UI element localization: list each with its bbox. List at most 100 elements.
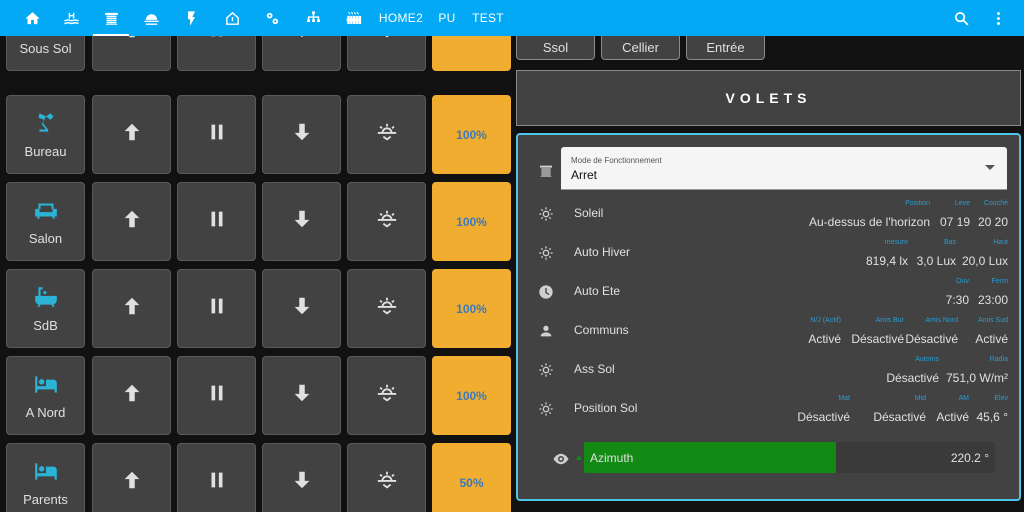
attribute-value: 819,4 lx <box>865 254 908 268</box>
room-button[interactable]: A Nord <box>6 356 85 435</box>
position-percent[interactable]: 100% <box>432 269 511 348</box>
position-percent[interactable]: 50% <box>432 443 511 512</box>
attribute-label: Bas <box>943 239 956 246</box>
pause-icon <box>206 36 228 45</box>
bed-icon <box>33 371 59 397</box>
room-tab-ssol[interactable]: Ssol <box>516 36 595 60</box>
caret-down-icon <box>985 165 995 170</box>
close-button[interactable] <box>262 443 341 512</box>
entity-row[interactable]: Auto Hiver mesure 819,4 lx Bas 3,0 Lux Haut 20… <box>518 233 1019 272</box>
stop-button[interactable] <box>177 443 256 512</box>
stop-button[interactable] <box>177 95 256 174</box>
open-button[interactable] <box>92 95 171 174</box>
attribute-value: Activé <box>808 332 841 346</box>
attribute-label: Radia <box>989 356 1008 363</box>
room-button[interactable]: SdB <box>6 269 85 348</box>
close-button[interactable] <box>262 36 341 71</box>
attribute-value: Activé <box>936 410 969 424</box>
stop-button[interactable] <box>177 36 256 71</box>
azimuth-value: 220.2 ° <box>950 451 989 465</box>
attribute-value: Désactivé <box>886 371 939 385</box>
entity-name: Auto Hiver <box>574 245 631 259</box>
tab-network[interactable] <box>295 0 331 36</box>
blinds-icon <box>104 12 118 25</box>
sun-mode-button[interactable] <box>347 182 426 261</box>
tab-test[interactable]: TEST <box>468 0 508 36</box>
attribute-label: Amis Bur <box>875 317 904 324</box>
close-button[interactable] <box>262 95 341 174</box>
sun-icon <box>538 362 554 378</box>
position-percent[interactable]: 100% <box>432 182 511 261</box>
search-button[interactable] <box>943 0 979 36</box>
entity-row[interactable]: Auto Ete Ouv 7:30 Ferm 23:00 <box>518 272 1019 311</box>
attribute-label: Amis Sud <box>978 317 1008 324</box>
close-button[interactable] <box>262 269 341 348</box>
pause-icon <box>206 382 228 409</box>
arrow-down-icon <box>291 36 313 45</box>
tab-pool[interactable] <box>53 0 89 36</box>
attribute-label: Amis Nord <box>925 317 958 324</box>
attribute-value: 20 20 <box>977 215 1008 229</box>
open-button[interactable] <box>92 356 171 435</box>
room-button[interactable]: Sous Sol <box>6 36 85 71</box>
eye-icon <box>553 453 569 465</box>
room-tab-cellier[interactable]: Cellier <box>601 36 680 60</box>
tab-pu[interactable]: PU <box>432 0 462 36</box>
attribute-value: Désactivé <box>873 410 926 424</box>
attribute-value: 7:30 <box>945 293 969 307</box>
entity-name: Ass Sol <box>574 362 615 376</box>
entity-row[interactable]: Ass Sol Automs Désactivé Radia 751,0 W/m² <box>518 350 1019 389</box>
stop-button[interactable] <box>177 182 256 261</box>
menu-button[interactable] <box>980 0 1016 36</box>
tab-energy[interactable] <box>173 0 209 36</box>
close-button[interactable] <box>262 356 341 435</box>
tab-climate[interactable] <box>214 0 250 36</box>
attribute-value: 3,0 Lux <box>916 254 956 268</box>
arrow-down-icon <box>291 295 313 322</box>
entity-row[interactable]: Position Sol Mat Désactivé Mid Désactivé AM Ac… <box>518 389 1019 428</box>
room-button[interactable]: Bureau <box>6 95 85 174</box>
attribute-value: Au-dessus de l'horizon <box>808 215 930 229</box>
stop-button[interactable] <box>177 269 256 348</box>
attribute-value: 751,0 W/m² <box>945 371 1008 385</box>
open-button[interactable] <box>92 269 171 348</box>
room-button[interactable]: Parents <box>6 443 85 512</box>
sun-mode-button[interactable] <box>347 356 426 435</box>
pause-icon <box>206 121 228 148</box>
attribute-label: Ouv <box>956 278 969 285</box>
position-percent[interactable]: 100% <box>432 36 511 71</box>
sun-mode-button[interactable] <box>347 269 426 348</box>
open-button[interactable] <box>92 182 171 261</box>
room-button[interactable]: Salon <box>6 182 85 261</box>
sun-mode-button[interactable] <box>347 95 426 174</box>
entity-row[interactable]: Communs N/J (Actif) Activé Amis Bur Désactiv… <box>518 311 1019 350</box>
sun-icon <box>538 401 554 417</box>
mode-select[interactable]: Mode de Fonctionnement Arret <box>561 147 1007 190</box>
tab-settings[interactable] <box>254 0 290 36</box>
tab-heating[interactable] <box>133 0 169 36</box>
sun-horizon-icon <box>376 469 398 496</box>
position-percent[interactable]: 100% <box>432 95 511 174</box>
sun-mode-button[interactable] <box>347 443 426 512</box>
tab-radiator[interactable] <box>335 0 371 36</box>
sun-mode-button[interactable] <box>347 36 426 71</box>
tab-home[interactable] <box>14 0 50 36</box>
open-button[interactable] <box>92 36 171 71</box>
tab-home2[interactable]: HOME2 <box>376 0 426 36</box>
mode-select-value: Arret <box>571 168 598 182</box>
room-name: Sous Sol <box>19 41 72 56</box>
room-grid: Sous Sol 100% Bureau 100% Salon 100% SdB 100% A … <box>0 36 514 512</box>
position-percent[interactable]: 100% <box>432 356 511 435</box>
stop-button[interactable] <box>177 356 256 435</box>
bar-marker <box>576 455 582 460</box>
close-button[interactable] <box>262 182 341 261</box>
pause-icon <box>206 208 228 235</box>
entity-row[interactable]: Soleil Position Au-dessus de l'horizon Leve… <box>518 194 1019 233</box>
room-tab-entree-label: Entrée <box>706 40 745 55</box>
arrow-down-icon <box>291 121 313 148</box>
tab-blinds[interactable] <box>93 0 129 36</box>
room-tab-entree[interactable]: Entrée <box>686 36 765 60</box>
open-button[interactable] <box>92 443 171 512</box>
azimuth-bar[interactable]: Azimuth 220.2 ° <box>584 442 995 473</box>
home-icon <box>24 11 40 24</box>
